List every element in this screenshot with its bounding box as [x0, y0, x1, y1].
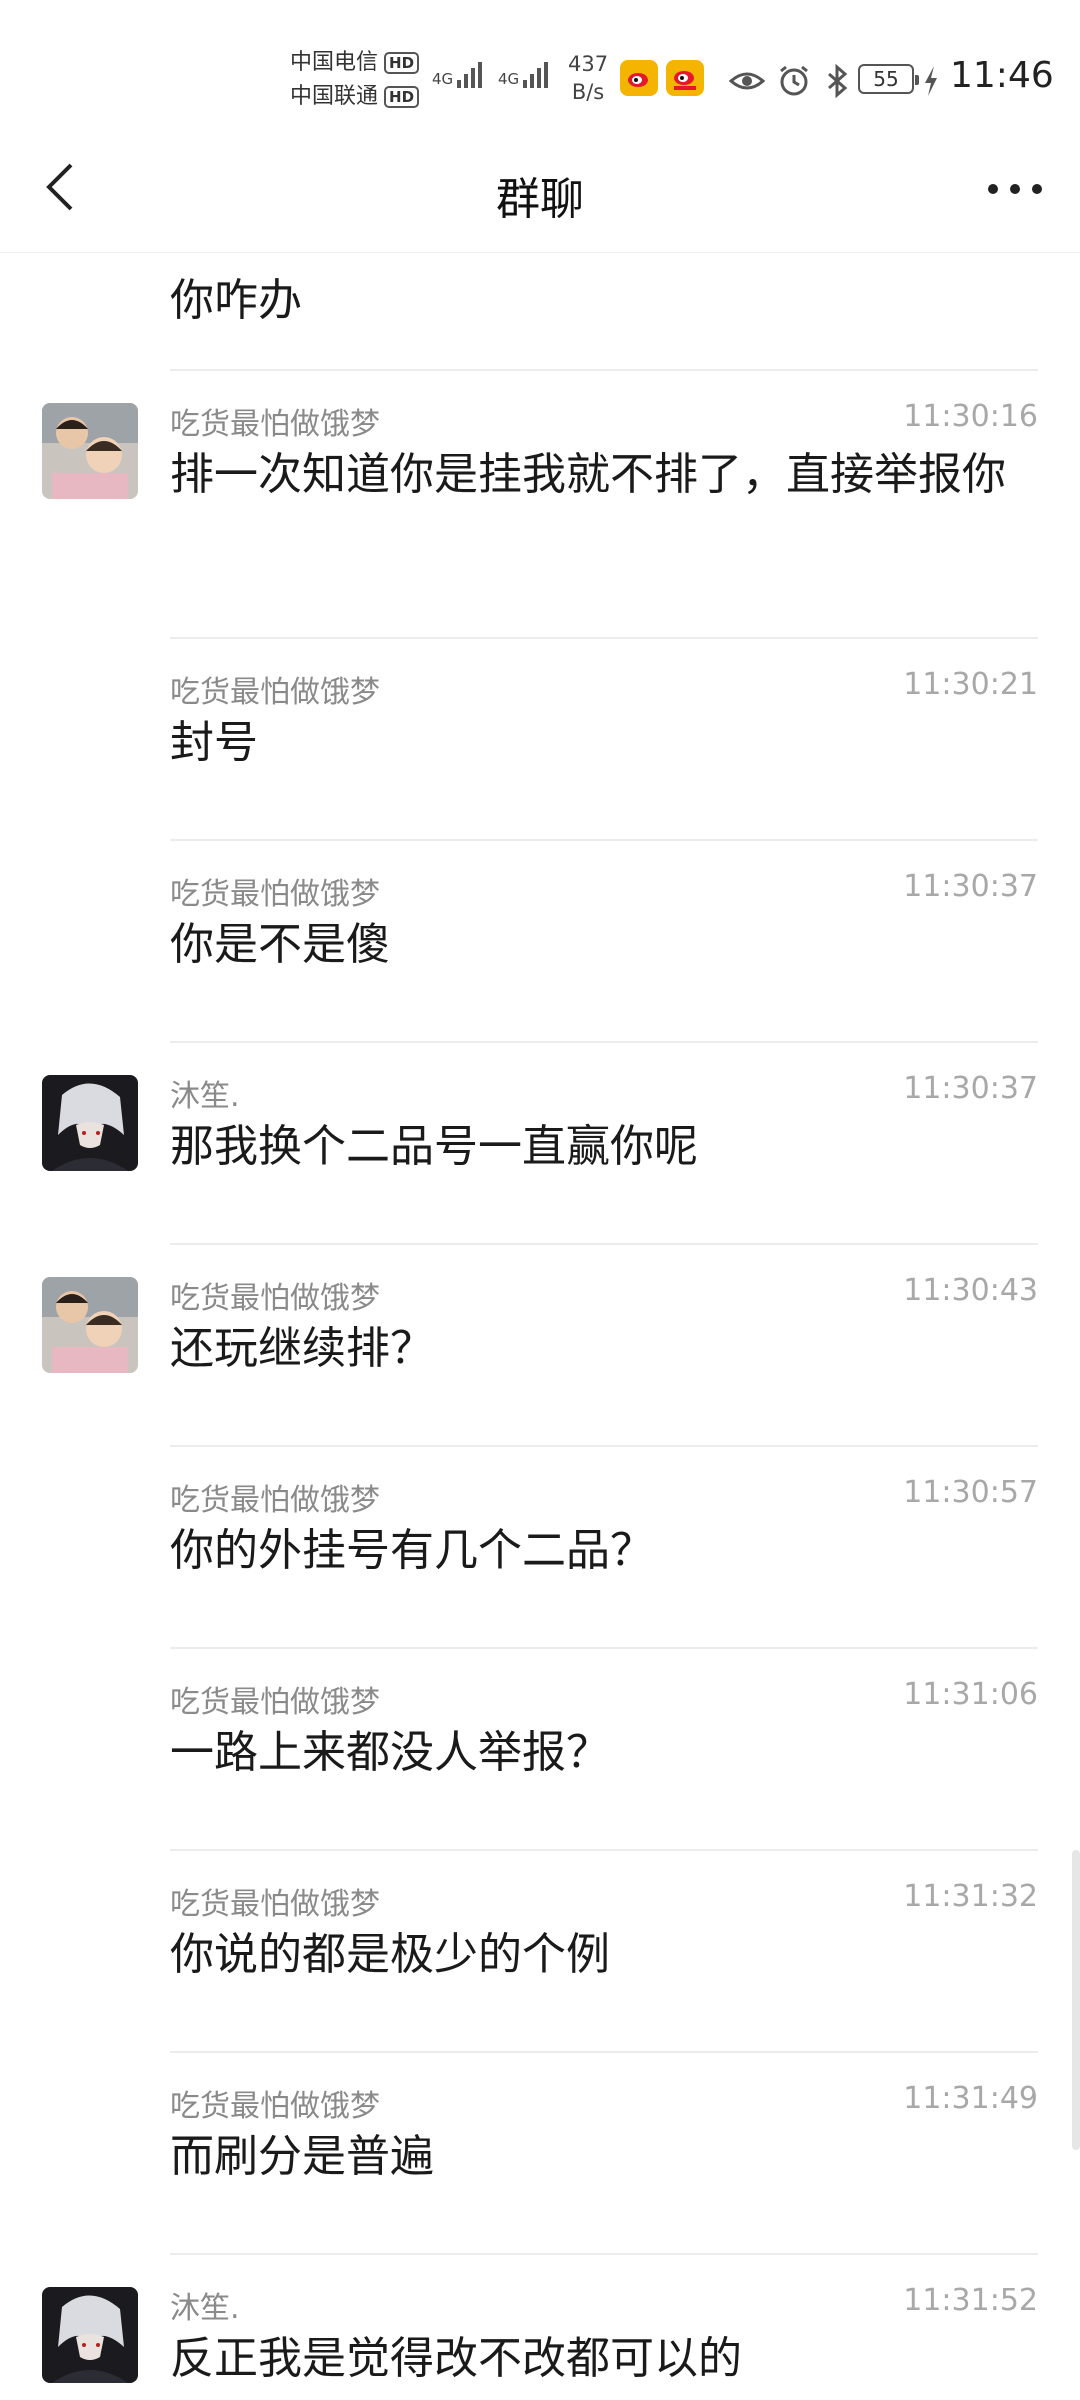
page-title: 群聊 [496, 174, 584, 225]
timestamp: 11:30:16 [903, 399, 1038, 434]
eye-icon [728, 72, 766, 90]
sender-name: 吃货最怕做饿梦 [170, 877, 380, 912]
sender-name: 吃货最怕做饿梦 [170, 675, 380, 710]
timestamp: 11:31:06 [903, 1677, 1038, 1712]
sender-name: 吃货最怕做饿梦 [170, 1685, 380, 1720]
message-text: 还玩继续排？ [170, 1323, 434, 1374]
timestamp: 11:30:37 [903, 1071, 1038, 1106]
speed-unit: B/s [571, 80, 605, 104]
timestamp: 11:30:21 [903, 667, 1038, 702]
message-text: 你是不是傻 [170, 919, 390, 970]
avatar[interactable] [42, 403, 138, 499]
network-type: 4G [432, 70, 454, 88]
list-item[interactable]: 你咋办 [0, 253, 1080, 371]
more-dots-icon [988, 184, 1042, 194]
list-item[interactable]: 沐笙. 11:30:37 那我换个二品号一直赢你呢 [0, 1043, 1080, 1245]
more-button[interactable] [980, 159, 1050, 219]
list-item[interactable]: 吃货最怕做饿梦 11:30:21 封号 [0, 639, 1080, 841]
list-item[interactable]: 吃货最怕做饿梦 11:30:43 还玩继续排？ [0, 1245, 1080, 1447]
message-text: 你咋办 [170, 275, 302, 326]
sender-name: 吃货最怕做饿梦 [170, 1887, 380, 1922]
title-bar: 群聊 [0, 125, 1080, 253]
network-type: 4G [498, 70, 520, 88]
speed-value: 437 [568, 52, 609, 76]
list-item[interactable]: 沐笙. 11:31:52 反正我是觉得改不改都可以的 [0, 2255, 1080, 2400]
bluetooth-icon [828, 63, 848, 99]
carrier-2: 中国联通 [290, 84, 379, 109]
carrier-info: 中国电信 HD 中国联通 HD [290, 46, 420, 114]
list-item[interactable]: 吃货最怕做饿梦 11:30:37 你是不是傻 [0, 841, 1080, 1043]
sender-name: 沐笙. [170, 1079, 240, 1114]
charging-icon [925, 66, 937, 96]
sender-name: 吃货最怕做饿梦 [170, 1281, 380, 1316]
message-text: 反正我是觉得改不改都可以的 [170, 2333, 742, 2384]
list-item[interactable]: 吃货最怕做饿梦 11:30:57 你的外挂号有几个二品？ [0, 1447, 1080, 1649]
sender-name: 吃货最怕做饿梦 [170, 2089, 380, 2124]
message-text: 排一次知道你是挂我就不排了，直接举报你 [170, 449, 1006, 500]
message-text: 你的外挂号有几个二品？ [170, 1525, 654, 1576]
avatar[interactable] [42, 2287, 138, 2383]
timestamp: 11:31:32 [903, 1879, 1038, 1914]
sender-name: 吃货最怕做饿梦 [170, 1483, 380, 1518]
message-text: 你说的都是极少的个例 [170, 1929, 610, 1980]
alarm-icon [780, 65, 808, 96]
carrier-1: 中国电信 [290, 50, 379, 75]
scrollbar[interactable] [1072, 1850, 1080, 2150]
timestamp: 11:30:43 [903, 1273, 1038, 1308]
avatar[interactable] [42, 1277, 138, 1373]
list-item[interactable]: 吃货最怕做饿梦 11:31:32 你说的都是极少的个例 [0, 1851, 1080, 2053]
weibo-icon [620, 60, 658, 96]
sender-name: 吃货最怕做饿梦 [170, 407, 380, 442]
weibo-icon [666, 60, 704, 96]
clock: 11:46 [950, 55, 1054, 96]
sender-name: 沐笙. [170, 2291, 240, 2326]
timestamp: 11:31:52 [903, 2283, 1038, 2318]
list-item[interactable]: 吃货最怕做饿梦 11:30:16 排一次知道你是挂我就不排了，直接举报你 [0, 371, 1080, 639]
avatar[interactable] [42, 1075, 138, 1171]
list-item[interactable]: 吃货最怕做饿梦 11:31:06 一路上来都没人举报？ [0, 1649, 1080, 1851]
message-text: 封号 [170, 717, 258, 768]
signal-icon: 4G [432, 58, 483, 88]
status-bar: 中国电信 HD 中国联通 HD 4G 4G 437 B/s 55 11:46 [0, 0, 1080, 125]
message-text: 那我换个二品号一直赢你呢 [170, 1121, 698, 1172]
message-text: 一路上来都没人举报？ [170, 1727, 610, 1778]
timestamp: 11:30:37 [903, 869, 1038, 904]
timestamp: 11:30:57 [903, 1475, 1038, 1510]
hd-badge: HD [384, 86, 420, 108]
battery-indicator: 55 [858, 64, 919, 94]
list-item[interactable]: 吃货最怕做饿梦 11:31:49 而刷分是普遍 [0, 2053, 1080, 2255]
hd-badge: HD [384, 52, 420, 74]
timestamp: 11:31:49 [903, 2081, 1038, 2116]
network-speed: 437 B/s [568, 50, 608, 106]
message-text: 而刷分是普遍 [170, 2131, 434, 2182]
signal-icon: 4G [498, 58, 549, 88]
